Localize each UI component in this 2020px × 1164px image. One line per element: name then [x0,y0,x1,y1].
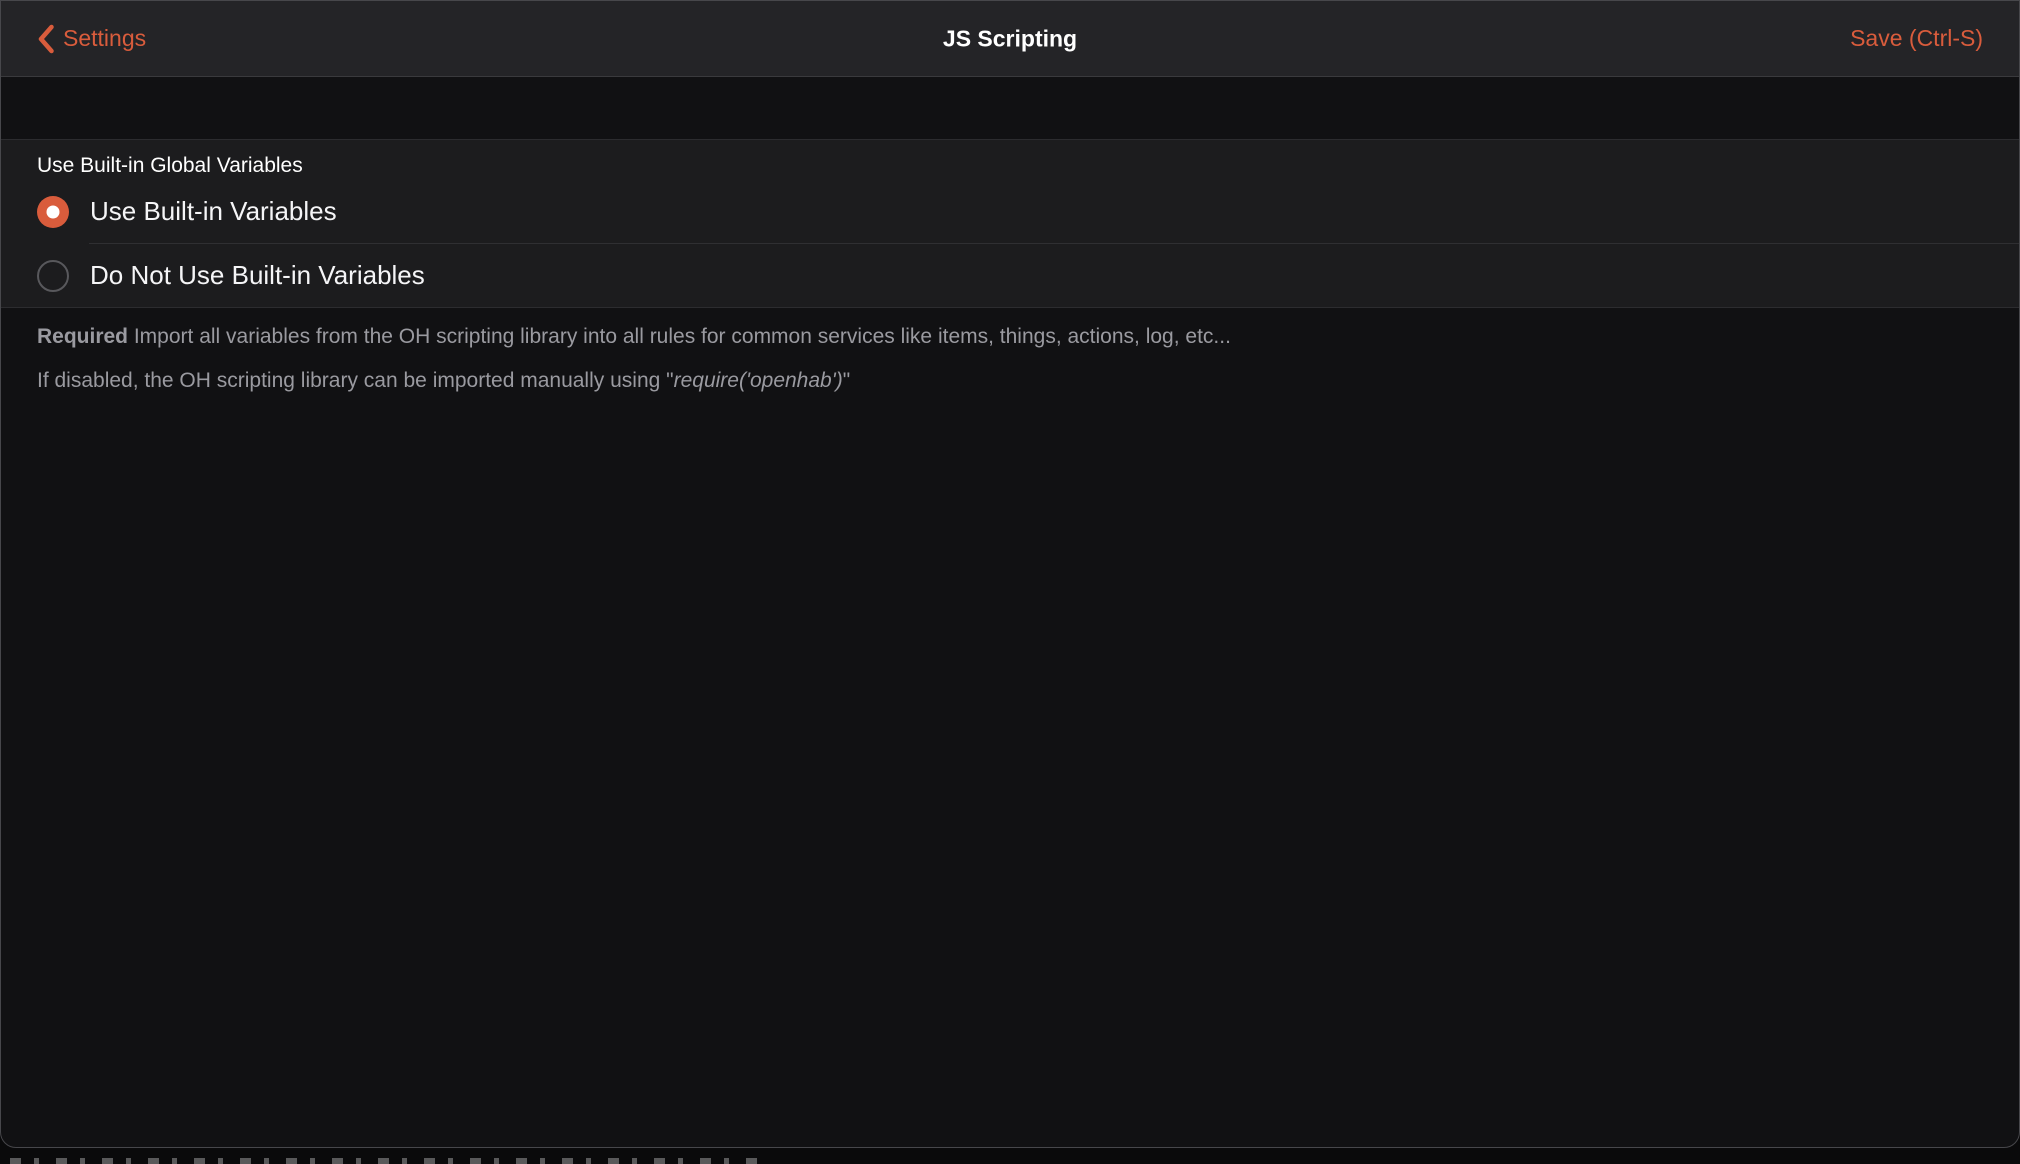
description-line-1-text: Import all variables from the OH scripti… [128,325,1231,348]
required-badge-text: Required [37,325,128,348]
radio-option-use-builtin[interactable]: Use Built-in Variables [1,180,2019,243]
js-scripting-settings-panel: Settings JS Scripting Save (Ctrl-S) Use … [0,0,2020,1148]
section-label: Use Built-in Global Variables [1,140,2019,180]
save-button[interactable]: Save (Ctrl-S) [1850,25,1983,52]
description-line-2: If disabled, the OH scripting library ca… [37,367,1983,395]
setting-description: Required Import all variables from the O… [1,308,2019,395]
navbar: Settings JS Scripting Save (Ctrl-S) [1,1,2019,77]
radio-selected-icon[interactable] [37,196,69,228]
back-button-label: Settings [63,25,146,52]
underlying-window-strip [0,1148,2020,1164]
save-button-label: Save (Ctrl-S) [1850,25,1983,52]
content-spacer [1,77,2019,139]
description-line-2-suffix: " [843,369,850,392]
radio-option-label: Use Built-in Variables [90,196,337,227]
radio-option-no-builtin[interactable]: Do Not Use Built-in Variables [1,244,2019,307]
description-code-snippet: require('openhab') [674,369,843,392]
radio-unselected-icon[interactable] [37,260,69,292]
page-title: JS Scripting [943,25,1077,52]
chevron-left-icon [37,23,55,55]
radio-dot [47,205,60,218]
radio-option-label: Do Not Use Built-in Variables [90,260,425,291]
clipped-background-text [10,1158,760,1164]
settings-list-block: Use Built-in Global Variables Use Built-… [1,139,2019,308]
description-line-1: Required Import all variables from the O… [37,323,1983,351]
description-line-2-prefix: If disabled, the OH scripting library ca… [37,369,674,392]
back-button[interactable]: Settings [37,23,146,55]
